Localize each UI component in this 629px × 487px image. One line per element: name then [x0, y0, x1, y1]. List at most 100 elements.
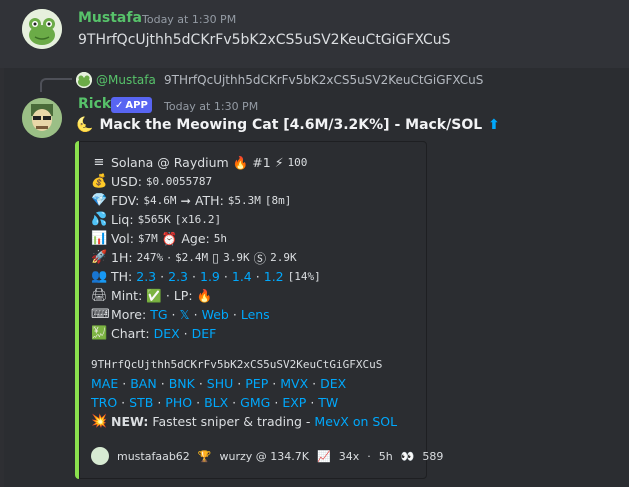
x-link[interactable]: 𝕏: [180, 307, 190, 322]
th-link[interactable]: 1.2: [264, 269, 284, 284]
arrow-up-icon: ⬆: [488, 117, 500, 133]
reply-mention[interactable]: @Mustafa: [96, 73, 156, 87]
th-link[interactable]: 1.4: [232, 269, 252, 284]
vol-value: $7M: [137, 232, 158, 245]
token-embed: ≡ Solana @ Raydium 🔥 #1 ⚡ 100 💰 USD: $0.…: [75, 141, 443, 479]
th-label: TH:: [111, 269, 133, 284]
frog-avatar-icon: [22, 9, 62, 49]
tro-link[interactable]: TRO: [91, 395, 117, 410]
usd-label: USD:: [111, 174, 142, 189]
people-icon: 👥: [91, 269, 108, 284]
lightning-icon: ⚡: [274, 155, 284, 170]
chain-line: ≡ Solana @ Raydium 🔥 #1 ⚡ 100: [91, 153, 419, 172]
mevx-link[interactable]: MevX on SOL: [314, 414, 397, 429]
app-badge: ✓ APP: [111, 97, 152, 113]
gmg-link[interactable]: GMG: [240, 395, 270, 410]
bar-chart-icon: 📊: [91, 231, 108, 246]
trophy-icon: 🏆: [197, 449, 212, 463]
blx-link[interactable]: BLX: [204, 395, 228, 410]
footer-avatar: [91, 447, 109, 465]
avatar-rick[interactable]: [22, 98, 62, 138]
dex-link[interactable]: DEX: [320, 376, 346, 391]
reply-avatar[interactable]: [76, 72, 92, 88]
dex-link[interactable]: DEX: [154, 326, 180, 341]
lens-link[interactable]: Lens: [241, 307, 270, 322]
more-line: ⌨ More: TG · 𝕏 · Web · Lens: [91, 307, 270, 322]
ath-time: [8m]: [264, 194, 292, 207]
th-link[interactable]: 2.3: [136, 269, 156, 284]
alarm-clock-icon: ⏰: [161, 230, 178, 246]
keyboard-icon: ⌨: [91, 307, 110, 322]
fdv-label: FDV:: [111, 193, 140, 208]
footer-time: 5h: [378, 449, 393, 463]
new-line: 💥 NEW: Fastest sniper & trading - MevX o…: [91, 412, 419, 431]
check-icon: ✓: [115, 99, 124, 111]
mae-link[interactable]: MAE: [91, 376, 118, 391]
fire-icon: 🔥: [196, 287, 213, 303]
rick-avatar-icon: [22, 98, 62, 138]
footer-views: 589: [422, 449, 444, 463]
liq-label: Liq:: [111, 212, 134, 227]
stb-link[interactable]: STB: [129, 395, 153, 410]
avatar-frog[interactable]: [22, 9, 62, 49]
droplets-icon: 💦: [91, 212, 108, 227]
footer-user: mustafaab62: [117, 449, 190, 463]
message-mustafa: Mustafa Today at 1:30 PM 9THrfQcUjthh5dC…: [0, 0, 629, 62]
mvx-link[interactable]: MVX: [280, 376, 308, 391]
gem-icon: 💎: [91, 193, 108, 208]
h1-separator: ·: [167, 250, 172, 265]
ban-link[interactable]: BAN: [130, 376, 156, 391]
username[interactable]: Rick: [78, 96, 111, 112]
th-link[interactable]: 2.3: [168, 269, 188, 284]
bnk-link[interactable]: BNK: [169, 376, 195, 391]
new-text: Fastest sniper & trading -: [152, 414, 311, 429]
liq-line: 💦 Liq: $565K [x16.2]: [91, 210, 419, 229]
ath-label: ATH:: [194, 193, 224, 208]
check-mark-icon: ✅: [146, 287, 162, 303]
shu-link[interactable]: SHU: [207, 376, 233, 391]
chart-line: 💹 Chart: DEX · DEF: [91, 326, 217, 341]
contract-address[interactable]: 9THrfQcUjthh5dCKrFv5bK2xCS5uSV2KeuCtGiGF…: [91, 358, 382, 371]
mint-line: 🖨 Mint: ✅ · LP: 🔥: [91, 286, 419, 305]
reply-connector: [40, 78, 72, 92]
message-content: 9THrfQcUjthh5dCKrFv5bK2xCS5uSV2KeuCtGiGF…: [78, 32, 451, 48]
reply-preview[interactable]: 9THrfQcUjthh5dCKrFv5bK2xCS5uSV2KeuCtGiGF…: [164, 73, 483, 87]
fdv-line: 💎 FDV: $4.6M ➞ ATH: $5.3M [8m]: [91, 191, 419, 210]
pep-link[interactable]: PEP: [245, 376, 268, 391]
h1-sells: 2.9K: [270, 251, 297, 264]
h1-vol: $2.4M: [175, 251, 209, 264]
h1-buys: 3.9K: [223, 251, 250, 264]
footer-caller: wurzy @ 134.7K: [219, 449, 309, 463]
dex-links-row-2: TRO · STB · PHO · BLX · GMG · EXP · TW: [91, 395, 339, 410]
vol-label: Vol:: [111, 231, 134, 246]
tw-link[interactable]: TW: [318, 395, 338, 410]
rank: #1: [252, 155, 271, 170]
dex-links-row-1: MAE · BAN · BNK · SHU · PEP · MVX · DEX: [91, 376, 347, 391]
chart-label: Chart:: [111, 326, 150, 341]
liq-value: $565K: [137, 213, 171, 226]
pho-link[interactable]: PHO: [165, 395, 192, 410]
vol-line: 📊 Vol: $7M ⏰ Age: 5h: [91, 229, 419, 248]
tg-link[interactable]: TG: [150, 307, 167, 322]
h1-line: 🚀 1H: 247% · $2.4M ▯ 3.9K Ⓢ 2.9K: [91, 248, 419, 267]
exp-link[interactable]: EXP: [282, 395, 306, 410]
bot-title: 🌜 Mack the Meowing Cat [4.6M/3.2K%] - Ma…: [76, 117, 500, 133]
h1-label: 1H:: [111, 250, 133, 265]
timestamp: Today at 1:30 PM: [164, 100, 259, 113]
th-link[interactable]: 1.9: [200, 269, 220, 284]
web-link[interactable]: Web: [202, 307, 229, 322]
age-value: 5h: [213, 232, 228, 245]
h1-pct: 247%: [136, 251, 164, 264]
chart-up-icon: 📈: [317, 449, 331, 463]
frog-avatar-icon: [76, 72, 92, 88]
chain-name: Solana @ Raydium: [111, 155, 229, 170]
token-title: Mack the Meowing Cat [4.6M/3.2K%] - Mack…: [99, 117, 483, 133]
th-total: [14%]: [287, 270, 321, 283]
buys-icon: ▯: [212, 250, 220, 265]
def-link[interactable]: DEF: [192, 326, 217, 341]
contract-line: 9THrfQcUjthh5dCKrFv5bK2xCS5uSV2KeuCtGiGF…: [91, 355, 419, 374]
moon-icon: 🌜: [76, 117, 94, 133]
usd-line: 💰 USD: $0.0055787: [91, 172, 419, 191]
username[interactable]: Mustafa: [78, 10, 142, 26]
solana-icon: ≡: [93, 155, 105, 170]
